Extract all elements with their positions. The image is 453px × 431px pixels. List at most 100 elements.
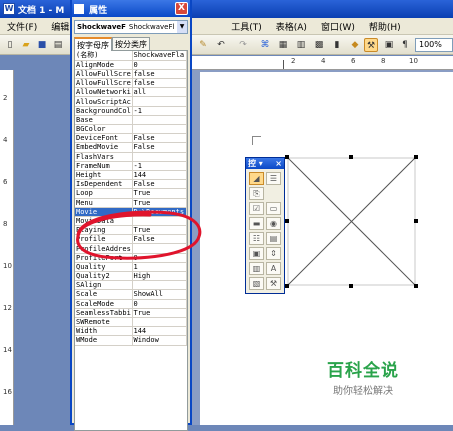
property-value[interactable]: 1: [132, 262, 187, 273]
property-value[interactable]: [132, 280, 187, 291]
property-row[interactable]: Loop True: [75, 188, 187, 199]
vertical-ruler[interactable]: 2 4 6 8 10 12 14 16: [0, 70, 14, 425]
property-row[interactable]: Base: [75, 115, 187, 126]
property-row[interactable]: MovieData: [75, 216, 187, 227]
flash-object[interactable]: [285, 155, 418, 288]
property-row[interactable]: FlashVars: [75, 152, 187, 162]
property-value[interactable]: [132, 152, 187, 162]
property-row[interactable]: BGColor: [75, 124, 187, 135]
menu-window[interactable]: 窗口(W): [314, 20, 362, 33]
spin-button-icon[interactable]: ⇕: [266, 247, 281, 260]
property-row[interactable]: ProfilePort 0: [75, 253, 187, 263]
property-row[interactable]: AllowNetworki all: [75, 87, 187, 98]
combobox-icon[interactable]: ▤: [266, 232, 281, 245]
permission-icon[interactable]: ▤: [51, 38, 65, 52]
property-row[interactable]: SeamlessTabbi True: [75, 308, 187, 318]
toolbox-close-icon[interactable]: ×: [275, 158, 282, 169]
redo-icon[interactable]: ↷: [236, 38, 250, 52]
property-row[interactable]: ScaleMode 0: [75, 299, 187, 309]
properties-titlebar[interactable]: 属性 X: [72, 0, 190, 17]
property-value[interactable]: ShowAll: [132, 289, 187, 300]
property-value[interactable]: True: [132, 188, 187, 199]
property-row[interactable]: BackgroundCol -1: [75, 106, 187, 116]
resize-handle[interactable]: [414, 284, 418, 288]
property-value[interactable]: [132, 317, 187, 328]
property-value[interactable]: false: [132, 69, 187, 80]
menu-help[interactable]: 帮助(H): [362, 20, 408, 33]
resize-handle[interactable]: [285, 219, 289, 223]
property-value[interactable]: High: [132, 271, 187, 282]
property-value[interactable]: [132, 124, 187, 135]
resize-handle[interactable]: [414, 219, 418, 223]
menu-tools[interactable]: 工具(T): [224, 20, 269, 33]
property-value[interactable]: -1: [132, 106, 187, 116]
property-row[interactable]: EmbedMovie False: [75, 142, 187, 153]
property-value[interactable]: false: [132, 78, 187, 89]
property-value[interactable]: False: [132, 142, 187, 153]
property-value[interactable]: D:\Documents: [132, 207, 187, 217]
property-row[interactable]: Movie D:\Documents: [75, 207, 187, 217]
property-value[interactable]: ShockwaveFla: [132, 51, 187, 61]
toggle-button-icon[interactable]: ▣: [249, 247, 264, 260]
toolbox-menu-icon[interactable]: ▾: [259, 159, 263, 168]
property-row[interactable]: FrameNum -1: [75, 161, 187, 171]
resize-handle[interactable]: [349, 284, 353, 288]
chevron-down-icon[interactable]: ▼: [177, 21, 187, 33]
undo-icon[interactable]: ↶: [214, 38, 228, 52]
property-value[interactable]: 0: [132, 60, 187, 70]
property-row[interactable]: DeviceFont False: [75, 133, 187, 144]
property-row[interactable]: SWRemote: [75, 317, 187, 328]
option-button-icon[interactable]: ◉: [266, 217, 281, 230]
property-row[interactable]: Width 144: [75, 326, 187, 337]
property-value[interactable]: [132, 216, 187, 227]
zoom-select[interactable]: 100%: [415, 38, 453, 52]
property-row[interactable]: AllowScriptAc: [75, 96, 187, 107]
property-row[interactable]: Scale ShowAll: [75, 289, 187, 300]
menu-table[interactable]: 表格(A): [269, 20, 314, 33]
property-row[interactable]: AllowFullScre false: [75, 78, 187, 89]
property-value[interactable]: -1: [132, 161, 187, 171]
tab-alphabetic[interactable]: 按字母序: [74, 37, 112, 51]
checkbox-icon[interactable]: ☑: [249, 202, 264, 215]
property-value[interactable]: 0: [132, 253, 187, 263]
save-icon[interactable]: ■: [35, 38, 49, 52]
columns-icon[interactable]: ▮: [330, 38, 344, 52]
more-controls-icon[interactable]: ⚒: [266, 277, 281, 290]
indent-marker[interactable]: [283, 60, 284, 69]
property-value[interactable]: [132, 96, 187, 107]
property-value[interactable]: all: [132, 87, 187, 98]
listbox-icon[interactable]: ☷: [249, 232, 264, 245]
format-painter-icon[interactable]: ✎: [196, 38, 210, 52]
view-code-icon[interactable]: ⎘: [249, 187, 264, 200]
drawing-icon[interactable]: ◆: [348, 38, 362, 52]
property-value[interactable]: True: [132, 308, 187, 318]
property-row[interactable]: Menu True: [75, 198, 187, 208]
property-value[interactable]: True: [132, 225, 187, 236]
property-value[interactable]: [132, 115, 187, 126]
property-value[interactable]: False: [132, 133, 187, 144]
object-selector[interactable]: ShockwaveF ShockwaveFl ▼: [74, 20, 188, 34]
command-button-icon[interactable]: ▬: [249, 217, 264, 230]
property-row[interactable]: WMode Window: [75, 335, 187, 346]
property-row[interactable]: AlignMode 0: [75, 60, 187, 70]
toolbox-titlebar[interactable]: 控 ▾ ×: [246, 158, 284, 169]
property-value[interactable]: [132, 243, 187, 254]
resize-handle[interactable]: [285, 155, 289, 159]
properties-icon[interactable]: ☰: [266, 172, 281, 185]
property-row[interactable]: IsDependent False: [75, 179, 187, 190]
close-icon[interactable]: X: [175, 2, 188, 15]
scrollbar-icon[interactable]: ▥: [249, 262, 264, 275]
property-row[interactable]: Playing True: [75, 225, 187, 236]
property-value[interactable]: 0: [132, 299, 187, 309]
new-document-icon[interactable]: ▯: [3, 38, 17, 52]
tab-categorized[interactable]: 按分类序: [112, 37, 150, 50]
property-row[interactable]: Profile False: [75, 234, 187, 245]
property-value[interactable]: False: [132, 179, 187, 190]
image-icon[interactable]: ▧: [249, 277, 264, 290]
property-value[interactable]: True: [132, 198, 187, 208]
horizontal-ruler[interactable]: 2 4 6 8 10: [187, 56, 453, 70]
design-mode-icon[interactable]: ⚒: [364, 38, 378, 52]
document-map-icon[interactable]: ▣: [382, 38, 396, 52]
property-row[interactable]: Height 144: [75, 170, 187, 181]
property-row[interactable]: Quality2 High: [75, 271, 187, 282]
